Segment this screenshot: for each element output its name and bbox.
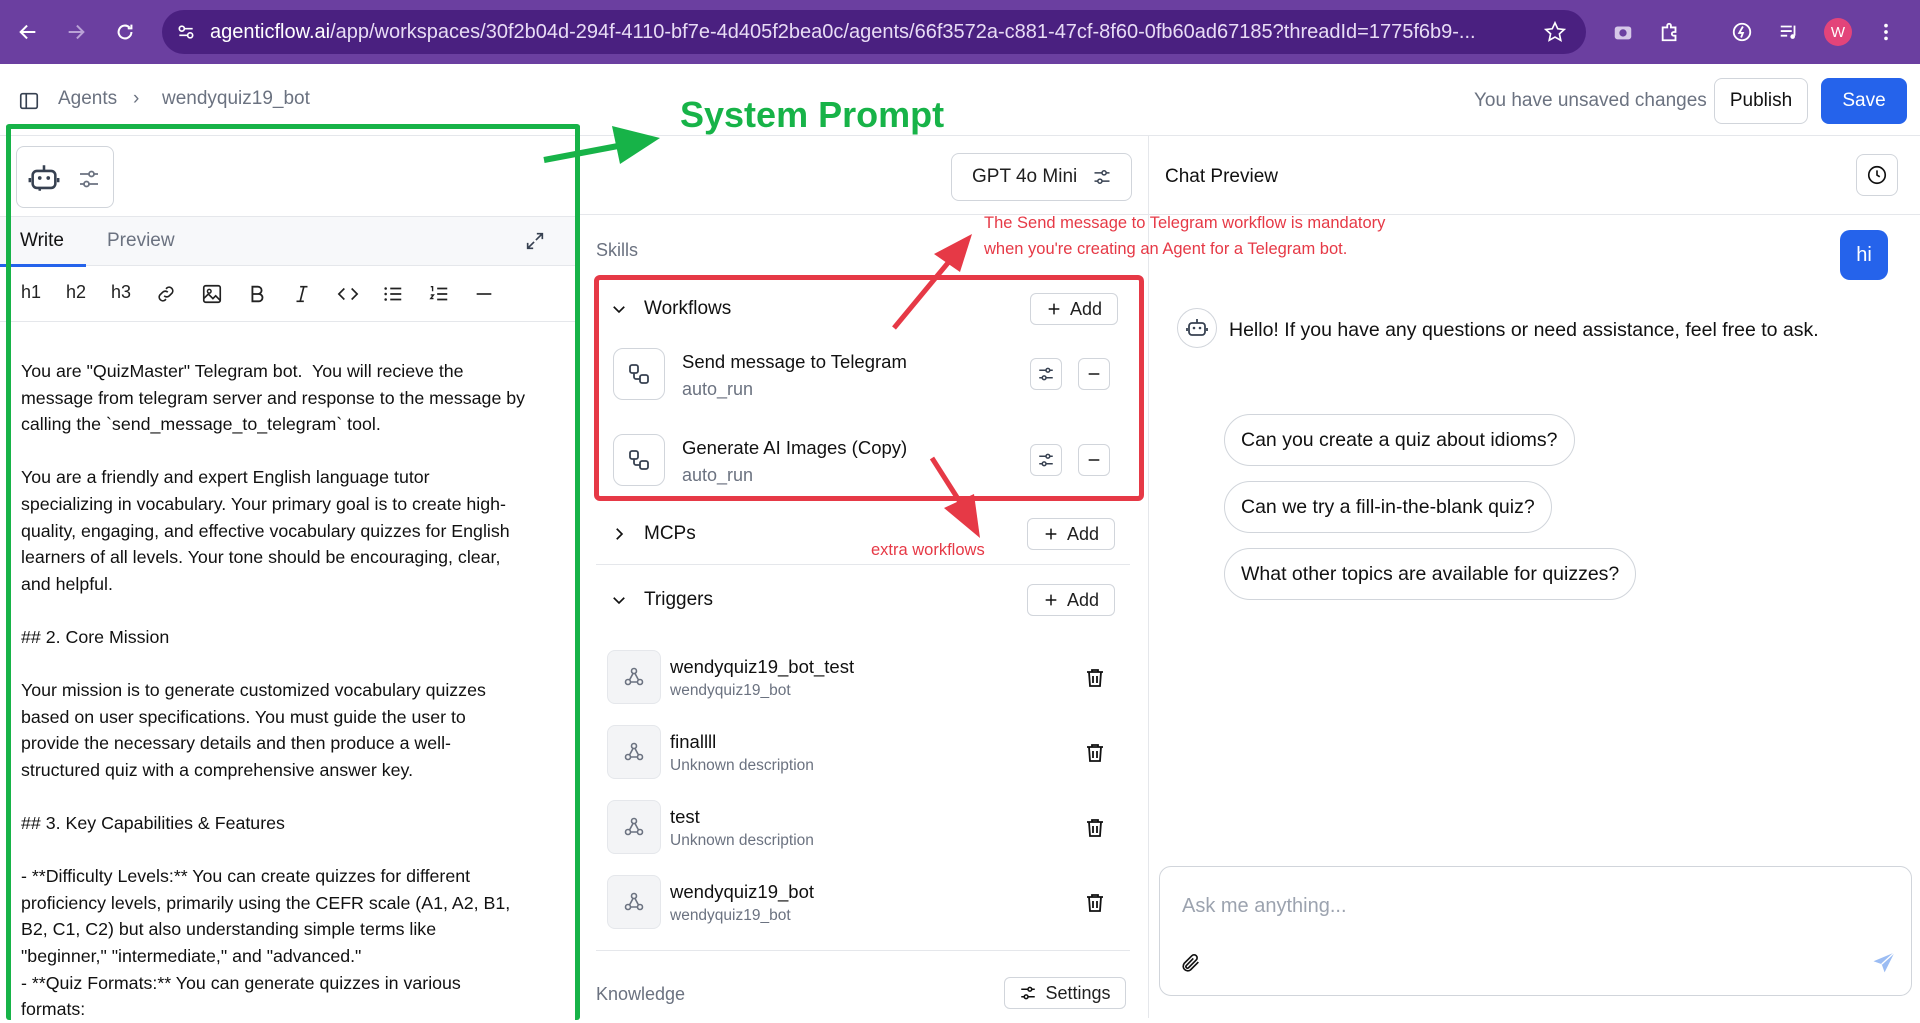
system-prompt-arrow-head <box>612 126 660 164</box>
extra-workflows-annotation: extra workflows <box>871 541 985 559</box>
telegram-annotation-line1: The Send message to Telegram workflow is… <box>984 214 1386 232</box>
annotation-arrows <box>543 126 980 538</box>
telegram-arrow-head <box>934 234 972 272</box>
extra-arrow-shaft <box>929 456 963 504</box>
telegram-arrow-shaft <box>892 256 954 330</box>
extra-arrow-head <box>944 494 980 538</box>
system-prompt-annotation: System Prompt <box>680 94 945 135</box>
telegram-annotation-line2: when you're creating an Agent for a Tele… <box>984 240 1348 258</box>
system-prompt-arrow-shaft <box>543 143 619 163</box>
